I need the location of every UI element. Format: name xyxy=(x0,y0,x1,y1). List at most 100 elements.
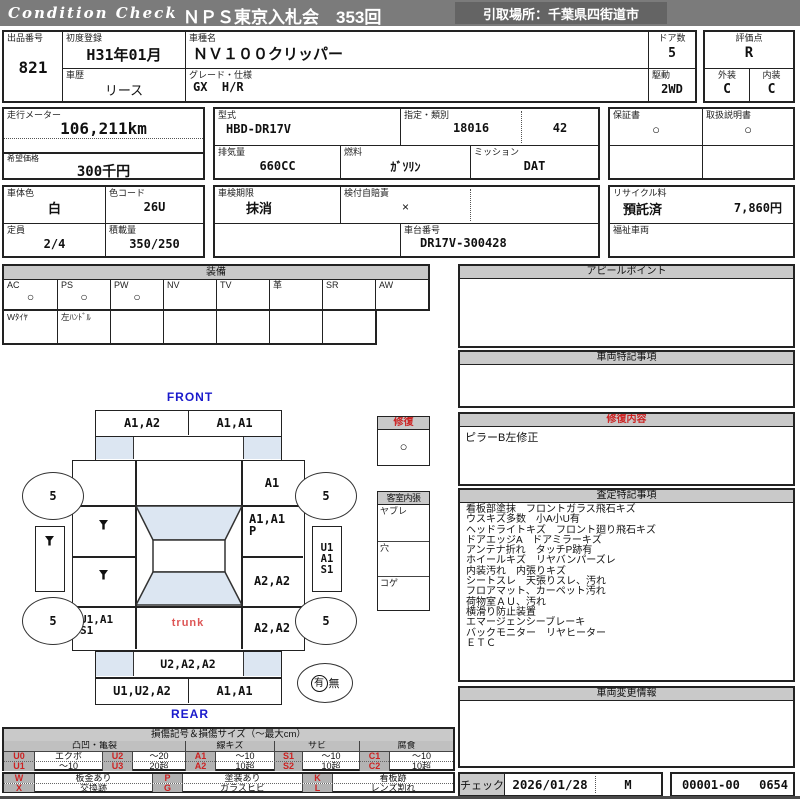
grade-cell: グレード・仕様 GX H/R xyxy=(185,68,648,101)
legend-group: 凸凹・亀裂 xyxy=(4,741,185,751)
divider xyxy=(73,556,135,558)
vehicle-main-box: 出品番号 821 初度登録 H31年01月 車歴 リース 車種名 ＮＶ１００クリ… xyxy=(2,30,697,103)
window-glass-shapes xyxy=(135,505,243,606)
transmission-cell: ミッション DAT xyxy=(470,145,598,178)
legend-code: U1 xyxy=(4,762,34,772)
damage-legend: 損傷記号＆損傷サイズ（～最大cm） 凸凹・亀裂 線キズ サビ 腐食 U0 エクボ… xyxy=(2,727,455,771)
equipment-title: 装備 xyxy=(4,266,428,280)
legend-group: 線キズ xyxy=(185,741,274,751)
divider xyxy=(470,189,471,221)
hood-panel: A1,A2 A1,A1 xyxy=(95,410,282,437)
equipment-table-row2: Wﾀｲﾔ 左ﾊﾝﾄﾞﾙ xyxy=(2,309,377,345)
hood-right-damage: A1,A1 xyxy=(188,411,280,435)
lot-number: 821 xyxy=(7,43,59,91)
model-label: 車種名 xyxy=(189,33,645,43)
doors-label: ドア数 xyxy=(652,33,692,43)
rear-bumper: U1,U2,A2 A1,A1 xyxy=(95,678,282,705)
wheel-front-right: 5 xyxy=(295,472,357,520)
legend-desc: レンズ割れ xyxy=(332,784,453,793)
equip-pw: PW ○ xyxy=(110,279,163,309)
lot-number-label: 出品番号 xyxy=(7,33,59,43)
legend-desc: 塗装あり xyxy=(182,774,302,783)
bumper-left-damage: U1,U2,A2 xyxy=(96,679,188,703)
warranty-value: ○ xyxy=(613,120,699,138)
legend2-row-2: X 交換跡 G ガラスヒビ L レンズ割れ xyxy=(4,783,453,793)
grade: GX H/R xyxy=(189,80,645,94)
legend-code: P xyxy=(152,774,182,783)
legend2-row-1: W 板金あり P 塗装あり K 看板跡 xyxy=(4,774,453,783)
history-cell: 車歴 リース xyxy=(62,68,185,101)
vehicle-notes-title: 車両特記事項 xyxy=(460,352,793,365)
right-front-door-damage: A1,A1 P xyxy=(249,513,285,537)
inspection-box: 車検期限 抹消 検付自賠責 × 車台番号 DR17V-300428 xyxy=(213,185,600,258)
legend-code: S2 xyxy=(274,762,302,772)
chassis-cell: 車台番号 DR17V-300428 xyxy=(400,223,598,256)
equip-label: Wﾀｲﾔ xyxy=(7,312,54,322)
displacement-label: 排気量 xyxy=(218,147,337,157)
serial-box: 00001-00 0654 xyxy=(670,772,795,797)
equip-empty xyxy=(216,311,269,343)
welfare-label: 福祉車両 xyxy=(613,225,790,235)
equip-label: NV xyxy=(167,280,213,290)
equip-value: ○ xyxy=(7,290,54,304)
doors: 5 xyxy=(652,43,692,63)
rear-label: REAR xyxy=(150,707,230,721)
inspection-value: 抹消 xyxy=(218,198,337,217)
insurance-value: × xyxy=(344,198,467,216)
exterior-label: 外装 xyxy=(708,70,746,80)
appeal-title: アピールポイント xyxy=(460,266,793,279)
check-mark: M xyxy=(595,774,661,795)
color-code-label: 色コード xyxy=(109,188,200,198)
legend-size: 20超 xyxy=(132,762,185,772)
wheel-front-left: 5 xyxy=(22,472,84,520)
body-color-label: 車体色 xyxy=(7,188,102,198)
manual-label: 取扱説明書 xyxy=(706,110,790,120)
cabin-lining-title: 客室内張 xyxy=(378,492,429,505)
equip-ac: AC ○ xyxy=(4,279,57,309)
lining-burn-label: コゲ xyxy=(380,578,427,588)
odometer-price-box: 走行メーター 106,211km 希望価格 300千円 xyxy=(2,107,205,180)
legend-row-2: U1 ～10 U3 20超 A2 10超 S2 10超 C2 10超 xyxy=(4,761,453,772)
damage-legend-2: W 板金あり P 塗装あり K 看板跡 X 交換跡 G ガラスヒビ L レンズ割… xyxy=(2,772,455,793)
equip-empty xyxy=(110,311,163,343)
score-cell: 評価点 R xyxy=(705,32,793,68)
roof-right-damage: A1 xyxy=(241,461,303,505)
class-number-2: 42 xyxy=(526,121,594,135)
transmission-label: ミッション xyxy=(474,147,595,157)
equip-tv: TV xyxy=(216,279,269,309)
drive-label: 駆動 xyxy=(652,70,692,80)
hood-left-damage: A1,A2 xyxy=(96,411,188,435)
score: R xyxy=(708,43,790,63)
bottom-rule xyxy=(0,796,800,799)
equip-nv: NV xyxy=(163,279,216,309)
odometer-cell: 走行メーター 106,211km xyxy=(4,109,203,138)
documents-box: 保証書 ○ 取扱説明書 ○ xyxy=(608,107,795,180)
type-value: HBD-DR17V xyxy=(218,122,397,136)
grade-label: グレード・仕様 xyxy=(189,70,645,80)
body-color-cell: 車体色 白 xyxy=(4,187,105,223)
equip-label: SR xyxy=(326,280,372,290)
lining-hole-label: 穴 xyxy=(380,543,427,553)
legend-group: サビ xyxy=(274,741,359,751)
insurance-label: 検付自賠責 xyxy=(344,188,467,198)
legend-desc: ガラスヒビ xyxy=(182,784,302,793)
right-a-pillar xyxy=(243,437,281,459)
color-code: 26U xyxy=(109,198,200,216)
legend-code: C2 xyxy=(359,762,389,772)
empty-strip xyxy=(4,138,203,152)
history: リース xyxy=(66,80,182,98)
manual-value: ○ xyxy=(706,120,790,138)
legend-size: 10超 xyxy=(215,762,274,772)
equip-label: AW xyxy=(379,280,425,290)
recycle-status: 預託済 xyxy=(623,199,662,218)
class-number-1: 18016 xyxy=(421,121,521,135)
top-bar: Condition Check ＮＰＳ東京入札会 353回 引取場所：千葉県四街… xyxy=(0,0,800,26)
first-registration-cell: 初度登録 H31年01月 xyxy=(62,32,185,68)
inspection-cell: 車検期限 抹消 xyxy=(215,187,340,223)
equip-label: AC xyxy=(7,280,54,290)
legend-group: 腐食 xyxy=(359,741,453,751)
legend-desc: 交換跡 xyxy=(34,784,152,793)
empty-cell xyxy=(610,145,702,178)
check-label: チェック xyxy=(460,774,505,795)
damage-code: U1 xyxy=(321,543,334,554)
